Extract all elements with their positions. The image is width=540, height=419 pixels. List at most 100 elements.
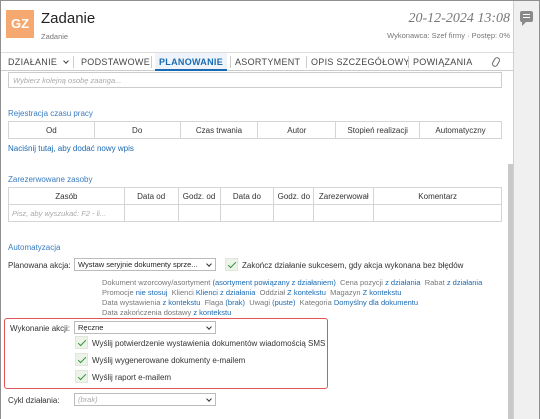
tab-divider <box>408 56 409 68</box>
reserved-resources-title: Zarezerwowane zasoby <box>8 175 93 184</box>
chevron-down-icon <box>206 261 212 267</box>
doc-template-row: Dokument wzorcowy/asortyment (asortyment… <box>102 278 482 287</box>
automation-title: Automatyzacja <box>8 243 61 252</box>
warehouse-label: Magazyn <box>330 288 361 297</box>
issue-date-link[interactable]: z kontekstu <box>162 298 200 307</box>
clients-link[interactable]: Klienci z działania <box>196 288 256 297</box>
sms-confirmation-label: Wyślij potwierdzenie wystawienia dokumen… <box>92 339 326 348</box>
chat-icon[interactable] <box>520 11 533 26</box>
tab-label: DZIAŁANIE <box>8 57 58 67</box>
tab-planowanie[interactable]: PLANOWANIE <box>155 53 228 71</box>
email-documents-checkbox[interactable] <box>75 353 88 366</box>
dept-label: Oddział <box>259 288 286 297</box>
tab-divider <box>151 56 152 68</box>
time-registration-title: Rejestracja czasu pracy <box>8 109 93 118</box>
issue-date-label: Data wystawienia <box>102 298 161 307</box>
finish-success-checkbox[interactable] <box>225 258 238 271</box>
column-header[interactable]: Do <box>93 121 181 139</box>
promo-link[interactable]: nie stosuj <box>136 288 168 297</box>
column-header[interactable]: Komentarz <box>373 187 502 205</box>
doc-template-link[interactable]: (asortyment powiązany z działaniem) <box>212 278 335 287</box>
column-header[interactable]: Data do <box>219 187 275 205</box>
email-documents-label: Wyślij wygenerowane dokumenty e-mailem <box>92 356 246 365</box>
column-header[interactable]: Godz. od <box>177 187 221 205</box>
notes-label: Uwagi <box>249 298 271 307</box>
chevron-down-icon <box>206 396 212 402</box>
category-label: Kategoria <box>299 298 332 307</box>
column-header[interactable]: Automatyczny <box>419 121 502 139</box>
task-window: GZ Zadanie Zadanie 20-12-2024 13:08 Wyko… <box>0 0 540 419</box>
tab-opis-szczegolowy[interactable]: OPIS SZCZEGÓŁOWY <box>311 53 410 71</box>
column-header[interactable]: Zarezerwował <box>313 187 375 205</box>
tab-bar: DZIAŁANIE PODSTAWOWE PLANOWANIE ASORTYME… <box>1 52 515 71</box>
column-header[interactable]: Autor <box>257 121 337 139</box>
column-header[interactable]: Data od <box>123 187 179 205</box>
issue-date-row: Data wystawienia z kontekstu Flaga (brak… <box>102 298 418 307</box>
column-header[interactable]: Zasób <box>8 187 125 205</box>
delivery-date-label: Data zakończenia dostawy <box>102 308 192 317</box>
tab-asortyment[interactable]: ASORTYMENT <box>235 53 300 71</box>
column-header[interactable]: Czas trwania <box>179 121 259 139</box>
table-row: Pisz, aby wyszukać: F2 - li... <box>8 204 502 222</box>
column-header[interactable]: Godz. do <box>273 187 315 205</box>
cycle-label: Cykl działania: <box>8 396 60 405</box>
tab-divider <box>306 56 307 68</box>
reserved-resources-table: Zasób Data od Godz. od Data do Godz. do … <box>8 187 502 222</box>
category-link[interactable]: Domyślny dla dokumentu <box>334 298 418 307</box>
attachment-icon[interactable] <box>490 56 502 68</box>
delivery-date-row: Data zakończenia dostawy z kontekstu <box>102 308 231 317</box>
resource-search-placeholder: Pisz, aby wyszukać: F2 - li... <box>12 208 107 218</box>
resource-search-cell[interactable]: Pisz, aby wyszukać: F2 - li... <box>8 204 125 222</box>
warehouse-link[interactable]: Z kontekstu <box>363 288 402 297</box>
page-subtitle: Zadanie <box>41 32 69 41</box>
column-header[interactable]: Stopień realizacji <box>335 121 421 139</box>
planned-action-label: Planowana akcja: <box>8 261 71 270</box>
table-cell[interactable] <box>177 204 221 222</box>
table-cell[interactable] <box>313 204 375 222</box>
chevron-down-icon <box>63 58 69 64</box>
task-meta: Wykonawca: Szef firmy · Postęp: 0% <box>387 31 510 40</box>
table-cell[interactable] <box>123 204 179 222</box>
task-header: GZ Zadanie Zadanie 20-12-2024 13:08 Wyko… <box>1 1 515 51</box>
add-entry-link[interactable]: Naciśnij tutaj, aby dodać nowy wpis <box>8 144 134 153</box>
column-header[interactable]: Od <box>8 121 95 139</box>
tab-powiazania[interactable]: POWIĄZANIA <box>413 53 473 71</box>
planned-action-value: Wystaw seryjnie dokumenty sprze... <box>78 260 198 269</box>
notes-link[interactable]: (puste) <box>272 298 295 307</box>
planned-action-select[interactable]: Wystaw seryjnie dokumenty sprze... <box>74 258 216 271</box>
flag-link[interactable]: (brak) <box>225 298 245 307</box>
execution-value: Ręczne <box>78 323 104 332</box>
execution-label: Wykonanie akcji: <box>10 324 70 333</box>
sms-confirmation-checkbox[interactable] <box>75 336 88 349</box>
finish-success-label: Zakończ działanie sukcesem, gdy akcja wy… <box>242 261 464 270</box>
item-price-link[interactable]: z działania <box>385 278 420 287</box>
table-header-row: Od Do Czas trwania Autor Stopień realiza… <box>8 121 502 139</box>
time-registration-table: Od Do Czas trwania Autor Stopień realiza… <box>8 121 502 139</box>
table-cell[interactable] <box>219 204 275 222</box>
flag-label: Flaga <box>204 298 224 307</box>
chevron-down-icon <box>206 324 212 330</box>
item-price-label: Cena pozycji <box>340 278 383 287</box>
execution-select[interactable]: Ręczne <box>74 321 216 334</box>
discount-link[interactable]: z działania <box>447 278 482 287</box>
table-cell[interactable] <box>273 204 315 222</box>
tab-podstawowe[interactable]: PODSTAWOWE <box>81 53 150 71</box>
cycle-select[interactable]: (brak) <box>74 393 216 406</box>
clients-label: Klienci <box>171 288 194 297</box>
tab-divider <box>73 56 74 68</box>
delivery-date-link[interactable]: z kontekstu <box>193 308 231 317</box>
promo-label: Promocje <box>102 288 134 297</box>
person-input[interactable]: Wybierz kolejną osobę zaanga... <box>8 72 502 88</box>
tab-dzialanie[interactable]: DZIAŁANIE <box>8 53 69 71</box>
discount-label: Rabat <box>424 278 445 287</box>
table-cell[interactable] <box>373 204 502 222</box>
task-date: 20-12-2024 13:08 <box>408 11 511 26</box>
cycle-value: (brak) <box>78 395 98 404</box>
dept-link[interactable]: Z kontekstu <box>287 288 326 297</box>
email-report-checkbox[interactable] <box>75 370 88 383</box>
email-report-label: Wyślij raport e-mailem <box>92 373 172 382</box>
tab-divider <box>230 56 231 68</box>
avatar: GZ <box>6 10 34 38</box>
side-toolbar <box>513 1 539 419</box>
table-header-row: Zasób Data od Godz. od Data do Godz. do … <box>8 187 502 205</box>
